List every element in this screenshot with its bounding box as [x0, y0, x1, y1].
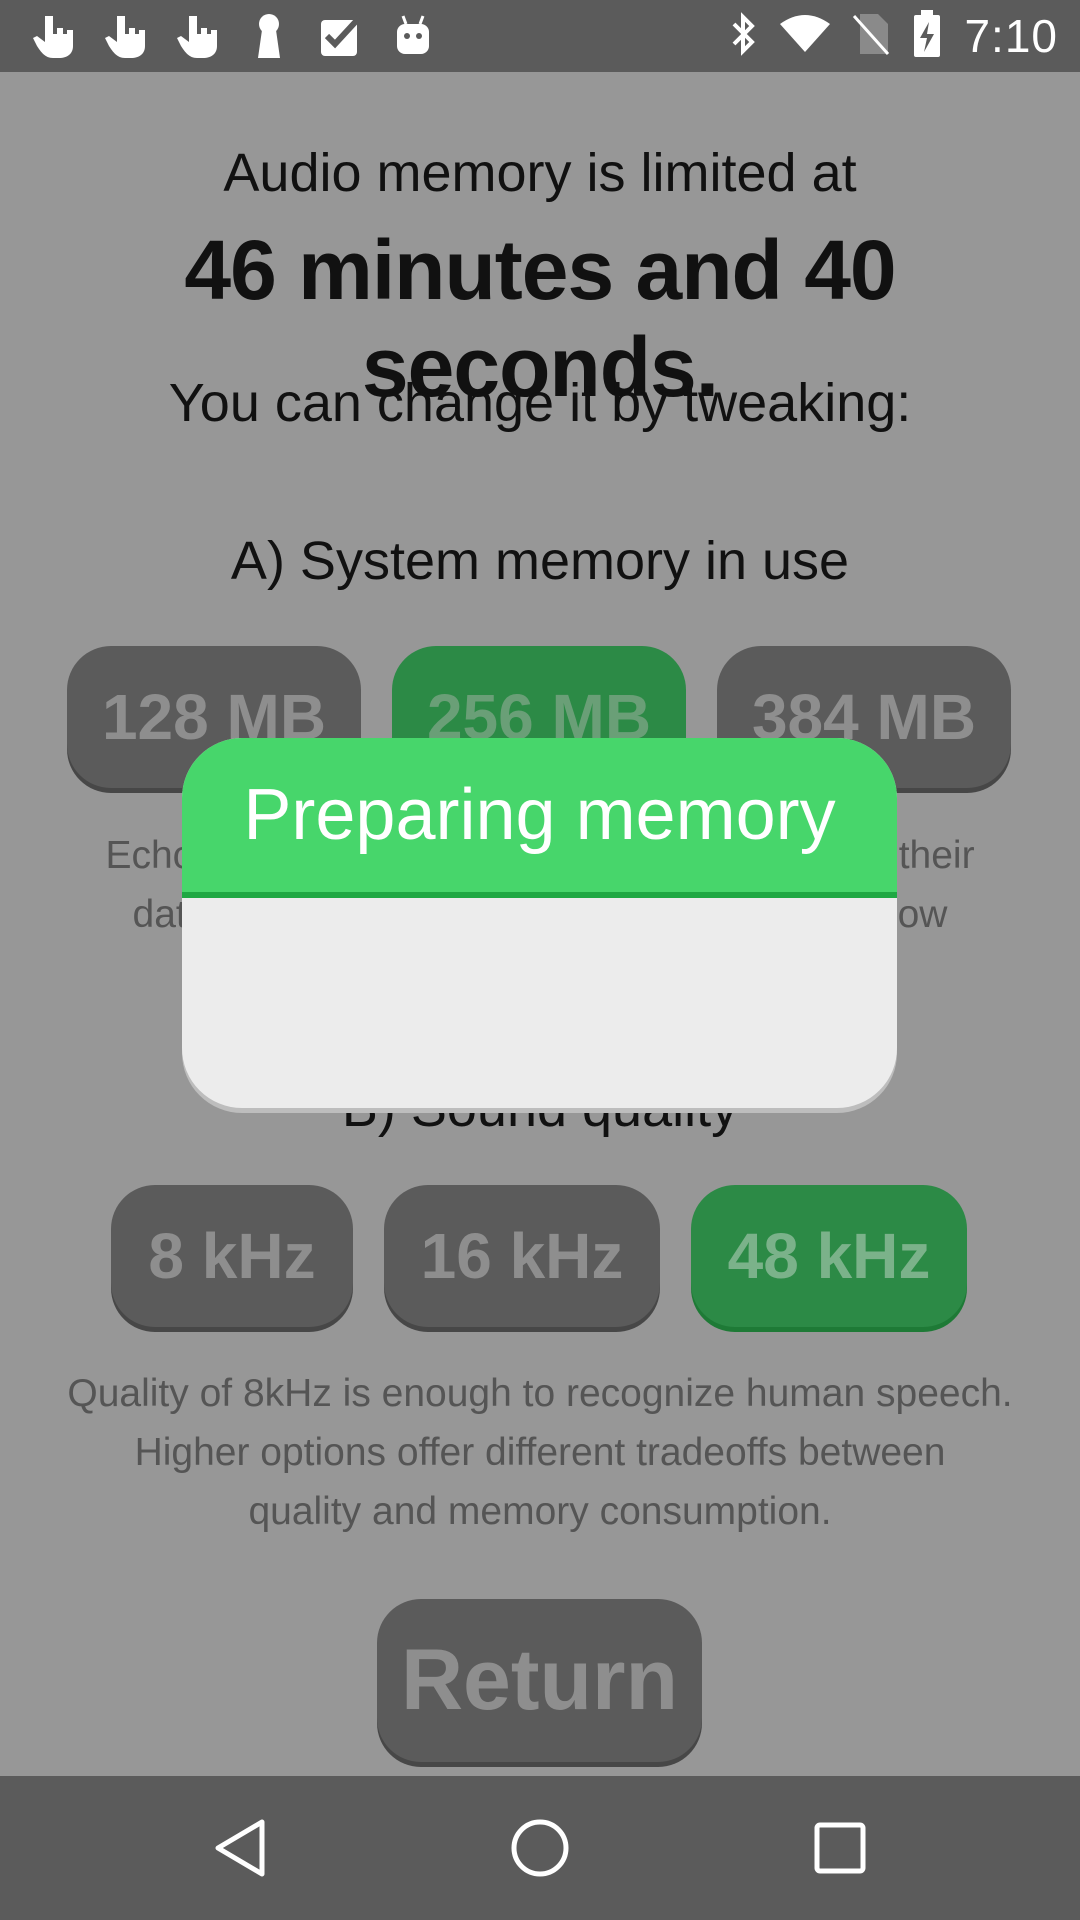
bluetooth-icon: [728, 11, 758, 61]
sound-quality-description: Quality of 8kHz is enough to recognize h…: [0, 1364, 1080, 1541]
change-hint-text: You can change it by tweaking:: [168, 373, 912, 433]
touch-hand-icon: [100, 12, 150, 60]
keyhole-icon: [244, 12, 294, 60]
intro-text: Audio memory is limited at: [223, 143, 857, 203]
system-icons: 7:10: [728, 0, 1058, 72]
navigation-bar: [0, 1776, 1080, 1920]
quality-16khz-button[interactable]: 16 kHz: [384, 1185, 660, 1327]
quality-8khz-button[interactable]: 8 kHz: [111, 1185, 353, 1327]
dialog-title: Preparing memory: [182, 738, 897, 898]
notification-icons: [28, 12, 438, 60]
description-line: Quality of 8kHz is enough to recognize h…: [67, 1372, 1013, 1415]
android-icon: [388, 12, 438, 60]
no-sim-icon: [852, 12, 890, 61]
description-line: Higher options offer different tradeoffs…: [134, 1431, 946, 1474]
home-icon[interactable]: [508, 1816, 572, 1880]
system-memory-heading: A) System memory in use: [230, 531, 850, 591]
battery-charging-icon: [912, 9, 942, 63]
status-clock: 7:10: [964, 10, 1058, 62]
description-line: quality and memory consumption.: [248, 1490, 832, 1533]
touch-hand-icon: [28, 12, 78, 60]
wifi-icon: [780, 14, 831, 59]
checkbox-icon: [316, 12, 366, 60]
status-bar: 7:10: [0, 0, 1080, 72]
recents-icon[interactable]: [808, 1816, 872, 1880]
preparing-memory-dialog: Preparing memory: [182, 738, 897, 1108]
quality-48khz-button[interactable]: 48 kHz: [691, 1185, 967, 1327]
back-icon[interactable]: [208, 1816, 272, 1880]
touch-hand-icon: [172, 12, 222, 60]
return-button[interactable]: Return: [377, 1599, 702, 1762]
